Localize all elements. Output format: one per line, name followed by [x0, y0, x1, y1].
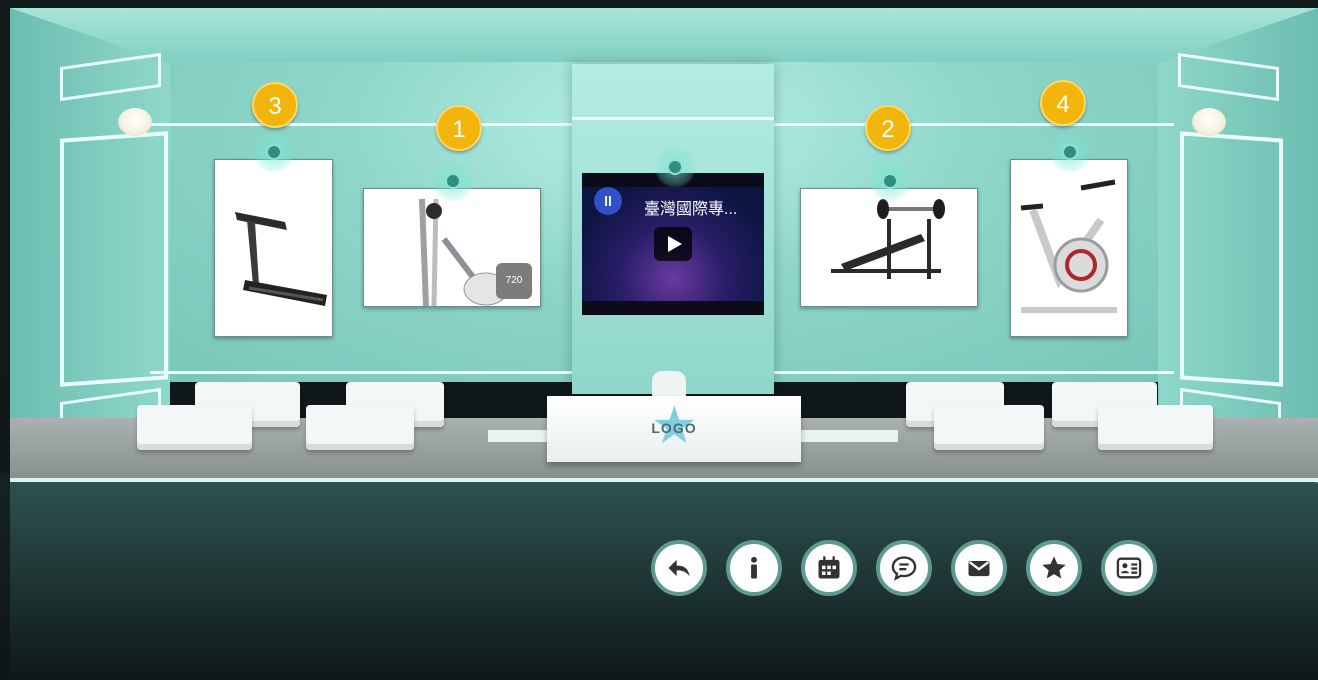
contact-card-icon [1116, 557, 1142, 579]
chat-icon [891, 556, 917, 581]
sofa [1098, 405, 1213, 450]
chat-button[interactable] [876, 540, 932, 596]
calendar-button[interactable] [801, 540, 857, 596]
wall-lamp [118, 108, 152, 136]
mail-button[interactable] [951, 540, 1007, 596]
booth-video-player[interactable]: ll 臺灣國際專... [582, 173, 764, 315]
poster-number-badge[interactable]: 3 [252, 82, 298, 128]
reception-chair [652, 371, 686, 399]
back-arrow-icon [668, 559, 690, 577]
booth-ceiling [10, 8, 1318, 64]
favorite-button[interactable] [1026, 540, 1082, 596]
info-button[interactable] [726, 540, 782, 596]
sofa [306, 405, 414, 450]
hotspot-poster-2[interactable] [869, 160, 911, 202]
wall-rail [150, 123, 572, 126]
spin-bike-image [1011, 160, 1127, 336]
desk-step [800, 430, 898, 442]
back-button[interactable] [651, 540, 707, 596]
poster-treadmill[interactable] [214, 159, 333, 337]
booth-logo-text: LOGO [651, 420, 697, 436]
hotspot-video[interactable] [654, 146, 696, 188]
wall-panel-frame [1180, 131, 1283, 387]
poster-spin-bike[interactable] [1010, 159, 1128, 337]
info-icon [751, 556, 757, 579]
wall-panel-frame [60, 131, 168, 387]
wall-rail [774, 123, 1174, 126]
hotspot-poster-4[interactable] [1049, 131, 1091, 173]
sofa [934, 405, 1044, 450]
calendar-icon [818, 556, 840, 579]
video-title: 臺灣國際專... [644, 201, 738, 218]
poster-number-badge[interactable]: 4 [1040, 80, 1086, 126]
mail-icon [968, 561, 990, 577]
hotspot-poster-1[interactable] [432, 160, 474, 202]
weight-bench-image [801, 189, 977, 306]
booth-toolbar [651, 540, 1161, 598]
desk-step [488, 430, 548, 442]
contact-card-button[interactable] [1101, 540, 1157, 596]
wall-rail [774, 371, 1174, 374]
treadmill-image [215, 160, 332, 336]
view-360-icon[interactable]: 720 [496, 263, 532, 299]
poster-number-badge[interactable]: 1 [436, 105, 482, 151]
wall-lamp [1192, 108, 1226, 136]
virtual-booth-scene: ★ LOGO 720 ll 臺灣國際專... 3 1 2 4 [0, 0, 1318, 680]
sofa [137, 405, 252, 450]
wall-rail [150, 371, 572, 374]
hotspot-poster-3[interactable] [253, 131, 295, 173]
star-icon [1042, 556, 1066, 579]
play-button-icon[interactable] [654, 227, 692, 261]
poster-number-badge[interactable]: 2 [865, 105, 911, 151]
poster-weight-bench[interactable] [800, 188, 978, 307]
poster-elliptical[interactable]: 720 [363, 188, 541, 307]
column-rail [572, 117, 774, 120]
video-channel-logo: ll [594, 187, 622, 215]
